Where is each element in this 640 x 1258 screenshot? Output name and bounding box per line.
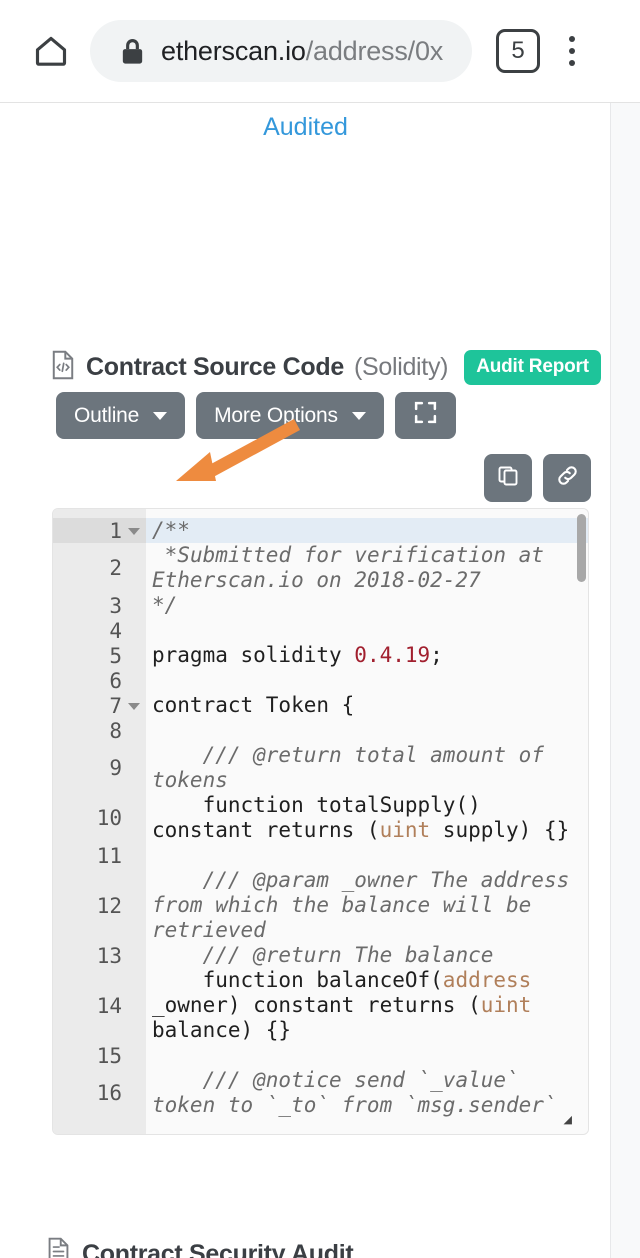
source-code-viewer[interactable]: 1 2 3 4 5 6 7 8 9 10 11 12 13 14 15 16 ◢ /** *Submitted… <box>52 508 589 1135</box>
code-line-number: 4 <box>109 618 122 643</box>
outline-button[interactable]: Outline <box>56 392 186 439</box>
fullscreen-icon <box>413 400 438 431</box>
code-line: /// @return The balance <box>152 943 494 967</box>
code-line-number: 12 <box>96 893 122 918</box>
source-action-buttons <box>484 454 591 502</box>
code-line-number: 7 <box>53 693 146 718</box>
code-line-number: 11 <box>96 843 122 868</box>
code-line-number: 5 <box>109 643 122 668</box>
outline-label: Outline <box>74 403 140 427</box>
fullscreen-button[interactable] <box>394 392 456 439</box>
code-line: /** <box>146 518 588 543</box>
code-line-number: 1 <box>53 518 146 543</box>
code-line: /// @param _owner The address from which… <box>152 868 582 942</box>
resize-handle[interactable]: ◢ <box>564 1113 572 1126</box>
contract-source-code-heading: Contract Source Code (Solidity) Audit Re… <box>50 350 601 385</box>
code-line-number-gutter: 1 2 3 4 5 6 7 8 9 10 11 12 13 14 15 16 <box>53 509 146 1134</box>
link-icon <box>555 463 580 493</box>
chevron-down-icon <box>351 411 366 420</box>
omnibox[interactable]: etherscan.io/address/0x <box>90 20 472 82</box>
code-line: function balanceOf(address _owner) const… <box>152 968 544 1042</box>
code-line-number: 3 <box>109 593 122 618</box>
browser-chrome: etherscan.io/address/0x 5 <box>0 0 640 103</box>
more-options-button[interactable]: More Options <box>196 392 384 439</box>
code-line-number: 2 <box>109 556 122 580</box>
code-line-number: 8 <box>109 718 122 743</box>
page-subtitle: (Solidity) <box>353 353 449 381</box>
copy-button[interactable] <box>484 454 532 502</box>
code-line: contract Token { <box>152 693 355 717</box>
link-button[interactable] <box>543 454 591 502</box>
document-icon <box>46 1237 71 1258</box>
code-line-number: 14 <box>96 993 122 1018</box>
chevron-down-icon <box>153 411 168 420</box>
code-line: /// @notice send `_value` token to `_to`… <box>152 1068 557 1117</box>
source-toolbar: Outline More Options <box>56 392 456 439</box>
url-text: etherscan.io/address/0x <box>161 36 443 67</box>
tab-count-button[interactable]: 5 <box>496 29 540 73</box>
overflow-menu-icon[interactable] <box>548 24 596 78</box>
code-line: function totalSupply() constant returns … <box>152 793 570 842</box>
audited-link[interactable]: Audited <box>0 113 611 142</box>
code-line-number: 10 <box>96 806 122 830</box>
copy-icon <box>496 464 520 493</box>
code-line-number: 9 <box>109 756 122 780</box>
code-line: *Submitted for verification at Etherscan… <box>152 543 557 592</box>
code-line: pragma solidity 0.4.19; <box>152 643 443 667</box>
page-viewport: Audited Contract Source Code (Solidity) … <box>0 103 640 1258</box>
code-line-number: 16 <box>96 1081 122 1105</box>
page-title: Contract Source Code <box>86 353 344 381</box>
audit-report-badge[interactable]: Audit Report <box>464 350 601 385</box>
code-line: /// @return total amount of tokens <box>152 743 557 792</box>
more-options-label: More Options <box>214 403 338 427</box>
home-icon[interactable] <box>24 24 78 78</box>
code-line: */ <box>152 593 178 617</box>
url-host: etherscan.io <box>161 35 306 66</box>
audited-label: Audited <box>263 113 348 141</box>
code-line-number: 15 <box>96 1043 122 1068</box>
contract-security-audit-heading: Contract Security Audit <box>46 1237 354 1258</box>
code-line-number: 6 <box>109 668 122 693</box>
code-line-number: 13 <box>96 943 122 968</box>
code-file-icon <box>50 350 76 385</box>
code-content-area[interactable]: ◢ /** *Submitted for verification at Eth… <box>146 509 588 1134</box>
url-path: /address/0x <box>305 35 444 66</box>
code-scrollbar-thumb[interactable] <box>577 514 586 582</box>
security-audit-title: Contract Security Audit <box>82 1239 354 1258</box>
lock-icon <box>120 37 145 66</box>
page-content: Audited Contract Source Code (Solidity) … <box>0 103 611 1258</box>
page-scrollbar[interactable] <box>611 103 640 1258</box>
tab-count-label: 5 <box>511 37 525 64</box>
